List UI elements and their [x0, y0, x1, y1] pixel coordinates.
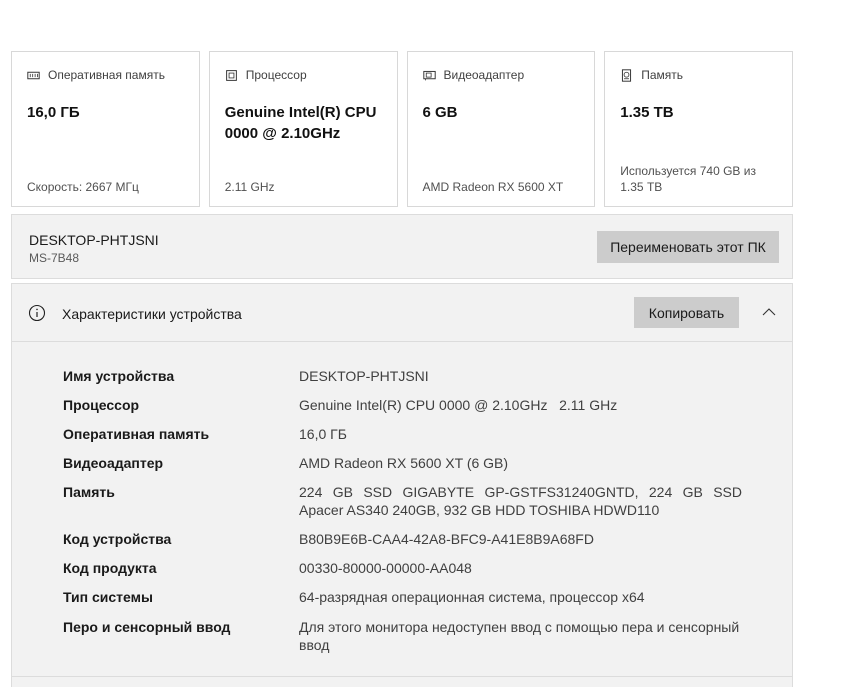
spec-value: 224 GB SSD GIGABYTE GP-GSTFS31240GNTD, 2…	[299, 484, 742, 518]
rename-pc-button[interactable]: Переименовать этот ПК	[597, 231, 779, 263]
card-processor-value: Genuine Intel(R) CPU 0000 @ 2.10GHz	[224, 104, 377, 142]
spec-label: Код продукта	[63, 560, 157, 576]
card-storage-header: Память	[620, 68, 777, 82]
device-model: MS-7B48	[29, 251, 80, 265]
memory-icon	[27, 71, 40, 79]
spec-value: 16,0 ГБ	[299, 426, 347, 442]
card-storage-footer: Используется 740 GB из 1.35 TB	[620, 164, 756, 194]
gpu-icon	[422, 70, 436, 80]
spec-value: B80B9E6B-CAA4-42A8-BFC9-A41E8B9A68FD	[299, 531, 594, 547]
card-memory-value: 16,0 ГБ	[27, 104, 80, 121]
card-gpu: Видеоадаптер 6 GB AMD Radeon RX 5600 XT	[406, 51, 596, 207]
device-specs-header[interactable]: Характеристики устройства Копировать	[12, 284, 792, 342]
storage-icon	[622, 68, 632, 82]
card-gpu-title: Видеоадаптер	[443, 68, 525, 82]
device-name: DESKTOP-PHTJSNI	[29, 232, 159, 248]
spec-value: Genuine Intel(R) CPU 0000 @ 2.10GHz 2.11…	[299, 397, 618, 413]
card-gpu-value: 6 GB	[422, 104, 458, 121]
summary-cards: Оперативная память 16,0 ГБ Скорость: 266…	[11, 51, 793, 207]
card-gpu-header: Видеоадаптер	[422, 68, 580, 82]
card-processor-footer: 2.11 GHz	[224, 180, 275, 194]
card-memory: Оперативная память 16,0 ГБ Скорость: 266…	[11, 51, 200, 207]
device-specs-title: Характеристики устройства	[62, 306, 242, 322]
spec-value: Для этого монитора недоступен ввод с пом…	[299, 619, 740, 653]
spec-label: Код устройства	[63, 531, 172, 547]
spec-label: Имя устройства	[63, 368, 175, 384]
spec-label: Перо и сенсорный ввод	[63, 619, 231, 635]
card-memory-header: Оперативная память	[27, 68, 184, 82]
card-memory-title: Оперативная память	[48, 68, 165, 82]
spec-value: DESKTOP-PHTJSNI	[299, 368, 429, 384]
device-name-panel: DESKTOP-PHTJSNI MS-7B48 Переименовать эт…	[11, 214, 793, 279]
spec-label: Тип системы	[63, 589, 153, 605]
spec-label: Память	[63, 484, 115, 500]
spec-label: Процессор	[63, 397, 140, 413]
info-icon	[28, 304, 46, 322]
card-gpu-footer: AMD Radeon RX 5600 XT	[422, 180, 564, 194]
spec-value: 64-разрядная операционная система, проце…	[299, 589, 645, 605]
spec-value: AMD Radeon RX 5600 XT (6 GB)	[299, 455, 509, 471]
card-storage: Память 1.35 TB Используется 740 GB из 1.…	[604, 51, 793, 207]
copy-button[interactable]: Копировать	[634, 297, 739, 328]
card-processor-title: Процессор	[245, 68, 307, 82]
spec-label: Видеоадаптер	[63, 455, 164, 471]
chevron-up-icon[interactable]	[761, 304, 777, 320]
card-storage-title: Память	[641, 68, 684, 82]
processor-icon	[225, 69, 237, 81]
card-memory-footer: Скорость: 2667 МГц	[27, 180, 139, 194]
card-storage-value: 1.35 TB	[620, 104, 674, 121]
device-specs-panel: Характеристики устройства Копировать Имя…	[11, 283, 793, 687]
card-processor-header: Процессор	[225, 68, 382, 82]
card-processor: Процессор Genuine Intel(R) CPU 0000 @ 2.…	[208, 51, 398, 207]
divider	[12, 676, 792, 677]
spec-value: 00330-80000-00000-AA048	[299, 560, 472, 576]
spec-label: Оперативная память	[63, 426, 210, 442]
